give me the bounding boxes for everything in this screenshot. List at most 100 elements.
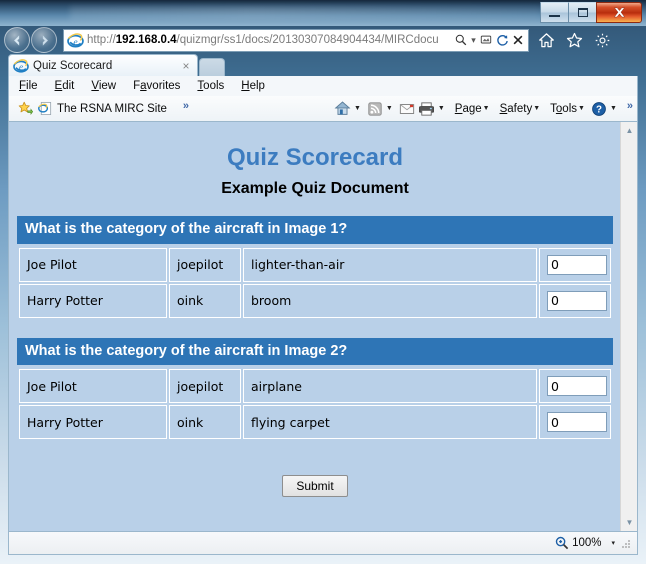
score-cell <box>539 283 611 318</box>
page-title: Quiz Scorecard <box>226 144 404 171</box>
participant-answer: lighter-than-air <box>243 247 537 282</box>
url-host: 192.168.0.4 <box>115 33 177 46</box>
scrollbar-track[interactable] <box>621 139 637 514</box>
submit-area: Submit <box>9 441 621 498</box>
help-question-icon[interactable]: ? <box>589 99 609 119</box>
score-input[interactable] <box>547 376 607 397</box>
menu-view-rest: iew <box>98 80 117 92</box>
menu-tools-rest: ools <box>203 80 225 92</box>
minimize-icon <box>549 14 560 17</box>
close-icon <box>613 7 625 18</box>
print-icon[interactable] <box>417 99 437 119</box>
menu-help[interactable]: Help <box>241 79 265 93</box>
chevron-down-icon[interactable]: ▾ <box>469 32 478 49</box>
score-input[interactable] <box>547 412 607 433</box>
favorites-star-icon[interactable] <box>565 31 584 50</box>
internet-explorer-icon: e <box>67 32 84 47</box>
favorite-link-rsna-mirc[interactable]: The RSNA MIRC Site <box>57 102 167 116</box>
page-viewport: Quiz Scorecard Example Quiz Document Wha… <box>8 122 638 531</box>
feeds-dropdown-icon[interactable]: ▼ <box>386 105 393 112</box>
command-bar-overflow-icon[interactable]: » <box>627 100 633 112</box>
safety-dropdown-icon[interactable]: ▼ <box>533 105 540 112</box>
participant-name: Harry Potter <box>19 405 167 440</box>
menu-edit[interactable]: Edit <box>55 79 75 93</box>
submit-button[interactable]: Submit <box>282 475 348 498</box>
resize-grip-icon[interactable] <box>619 537 631 549</box>
svg-text:?: ? <box>596 104 602 115</box>
favorites-overflow-icon[interactable]: » <box>183 100 189 112</box>
participant-name: Joe Pilot <box>19 247 167 282</box>
tab-title: Quiz Scorecard <box>33 60 113 72</box>
close-button[interactable] <box>596 2 642 23</box>
question-block: What is the category of the aircraft in … <box>17 215 613 320</box>
scores-table: Joe Pilot joepilot lighter-than-air Harr… <box>17 246 613 320</box>
navigation-icons <box>537 31 612 50</box>
home-icon[interactable] <box>537 31 556 50</box>
minimize-button[interactable] <box>540 2 569 23</box>
window-title-bar <box>0 0 646 26</box>
navigation-bar: e http://192.168.0.4/quizmgr/ss1/docs/20… <box>0 24 646 56</box>
settings-gear-icon[interactable] <box>593 31 612 50</box>
menu-edit-rest: dit <box>62 80 75 92</box>
page-vertical-scrollbar[interactable]: ▲ ▼ <box>620 122 637 531</box>
command-bar-buttons: ▼ ▼ ▼ Page ▼ Safety ▼ Tools ▼ ? ▼ » <box>333 99 637 119</box>
home-dropdown-icon[interactable]: ▼ <box>354 105 361 112</box>
scroll-down-icon[interactable]: ▼ <box>621 514 637 531</box>
menu-view[interactable]: View <box>91 79 116 93</box>
tab-bar: e Quiz Scorecard × <box>0 53 646 77</box>
menu-file[interactable]: File <box>19 79 38 93</box>
score-cell <box>539 405 611 440</box>
participant-username: joepilot <box>169 369 241 404</box>
address-bar[interactable]: e http://192.168.0.4/quizmgr/ss1/docs/20… <box>63 28 529 52</box>
zoom-magnifier-icon <box>554 535 570 551</box>
mail-icon[interactable] <box>397 99 417 119</box>
menu-favorites[interactable]: Favorites <box>133 79 180 93</box>
score-input[interactable] <box>547 290 607 311</box>
compatibility-view-icon[interactable] <box>478 32 494 49</box>
participant-answer: flying carpet <box>243 405 537 440</box>
participant-username: oink <box>169 405 241 440</box>
new-tab-button[interactable] <box>199 58 225 77</box>
participant-answer: broom <box>243 283 537 318</box>
url-scheme: http:// <box>87 33 116 46</box>
back-button[interactable] <box>4 27 30 53</box>
command-tools-menu[interactable]: Tools <box>550 102 577 116</box>
quiz-scorecard-page: Quiz Scorecard Example Quiz Document Wha… <box>9 122 621 531</box>
question-header: What is the category of the aircraft in … <box>17 337 613 366</box>
browser-window: e http://192.168.0.4/quizmgr/ss1/docs/20… <box>0 0 646 564</box>
back-arrow-icon <box>13 34 19 46</box>
print-dropdown-icon[interactable]: ▼ <box>438 105 445 112</box>
scroll-up-icon[interactable]: ▲ <box>621 122 637 139</box>
zoom-level-label: 100% <box>572 537 602 549</box>
stop-icon[interactable] <box>510 32 526 49</box>
maximize-button[interactable] <box>568 2 597 23</box>
tab-close-icon[interactable]: × <box>179 59 193 73</box>
maximize-icon <box>577 8 588 17</box>
score-input[interactable] <box>547 254 607 275</box>
command-page-menu[interactable]: Page <box>455 102 482 116</box>
tab-quiz-scorecard[interactable]: e Quiz Scorecard × <box>8 54 198 77</box>
zoom-control[interactable]: 100% ▾ <box>554 535 615 551</box>
page-dropdown-icon[interactable]: ▼ <box>483 105 490 112</box>
tools-dropdown-icon[interactable]: ▼ <box>578 105 585 112</box>
status-bar: 100% ▾ <box>8 531 638 555</box>
menu-favorites-rest: vorites <box>146 80 181 92</box>
address-bar-url: http://192.168.0.4/quizmgr/ss1/docs/2013… <box>87 33 453 48</box>
help-dropdown-icon[interactable]: ▼ <box>610 105 617 112</box>
feeds-icon[interactable] <box>365 99 385 119</box>
zoom-dropdown-icon[interactable]: ▾ <box>611 539 615 547</box>
forward-button[interactable] <box>31 27 57 53</box>
table-row: Joe Pilot joepilot airplane <box>19 369 611 404</box>
add-favorites-star-icon[interactable] <box>17 101 33 117</box>
participant-username: joepilot <box>169 247 241 282</box>
participant-username: oink <box>169 283 241 318</box>
menu-tools[interactable]: Tools <box>197 79 224 93</box>
search-icon[interactable] <box>453 32 469 49</box>
forward-arrow-icon <box>42 34 48 46</box>
refresh-icon[interactable] <box>494 32 510 49</box>
table-row: Harry Potter oink flying carpet <box>19 405 611 440</box>
menu-file-rest: ile <box>26 80 38 92</box>
command-safety-menu[interactable]: Safety <box>500 102 533 116</box>
question-block: What is the category of the aircraft in … <box>17 337 613 442</box>
home-icon[interactable] <box>333 99 353 119</box>
